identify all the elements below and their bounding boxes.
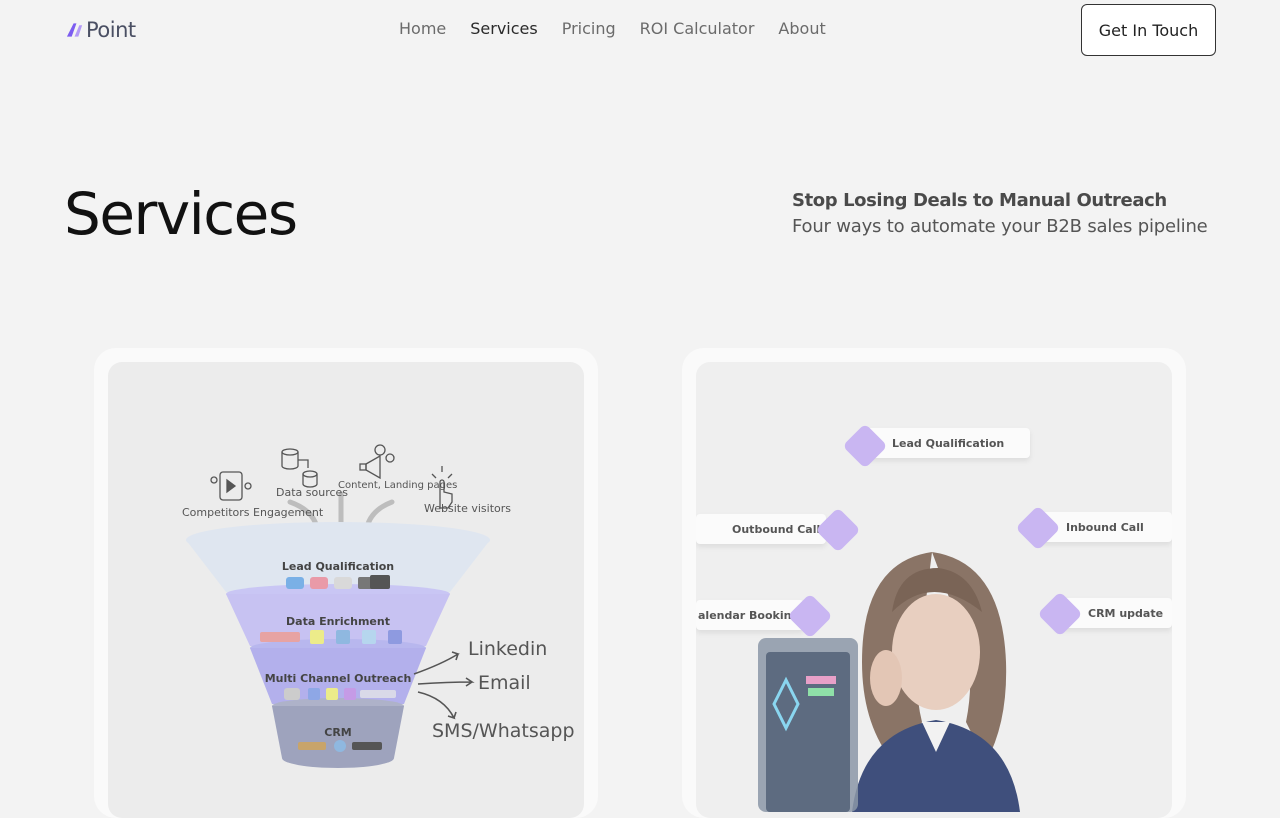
- funnel-graphic: [186, 444, 490, 768]
- stage-data-enrichment: Data Enrichment: [286, 615, 390, 628]
- service-card-ai-agent[interactable]: Lead Qualification Outbound Call Inbound…: [682, 348, 1186, 818]
- channel-linkedin: Linkedin: [468, 638, 548, 660]
- source-label-visitors: Website visitors: [424, 502, 511, 515]
- channel-arrows-icon: [413, 651, 475, 720]
- brand-name: Point: [86, 18, 136, 42]
- nav-about-link[interactable]: About: [778, 19, 825, 38]
- funnel-illustration: Competitors Engagement Data sources Cont…: [108, 362, 584, 818]
- ai-agent-illustration: Lead Qualification Outbound Call Inbound…: [696, 362, 1172, 818]
- source-label-competitors: Competitors Engagement: [182, 506, 324, 519]
- megaphone-icon: [359, 444, 395, 480]
- brand-logo[interactable]: Point: [66, 18, 136, 42]
- main-menu: Home Services Pricing ROI Calculator Abo…: [399, 19, 826, 38]
- channel-email: Email: [478, 672, 531, 694]
- badge-lead-qualification: Lead Qualification: [866, 428, 1030, 458]
- channel-sms-whatsapp: SMS/Whatsapp: [432, 720, 575, 742]
- stage-multichannel-outreach: Multi Channel Outreach: [264, 672, 412, 685]
- service-card-funnel[interactable]: Competitors Engagement Data sources Cont…: [94, 348, 598, 818]
- nav-roi-calculator-link[interactable]: ROI Calculator: [640, 19, 755, 38]
- nav-home-link[interactable]: Home: [399, 19, 446, 38]
- badge-calendar-booking: alendar Booking: [696, 600, 804, 630]
- database-icon: [281, 448, 318, 488]
- logo-mark-icon: [66, 23, 83, 37]
- tagline-heading: Stop Losing Deals to Manual Outreach: [792, 190, 1167, 211]
- nav-services-link[interactable]: Services: [470, 19, 537, 38]
- stage-crm: CRM: [324, 726, 352, 739]
- stage-lead-qualification: Lead Qualification: [281, 560, 395, 573]
- badge-outbound-call: Outbound Call: [696, 514, 826, 544]
- get-in-touch-button[interactable]: Get In Touch: [1081, 4, 1216, 56]
- nav-pricing-link[interactable]: Pricing: [562, 19, 616, 38]
- phone-engagement-icon: [210, 471, 252, 501]
- tagline: Stop Losing Deals to Manual Outreach Fou…: [792, 190, 1216, 237]
- source-label-content: Content, Landing pages: [338, 480, 458, 491]
- tagline-subheading: Four ways to automate your B2B sales pip…: [792, 216, 1208, 237]
- top-navigation: Point Home Services Pricing ROI Calculat…: [0, 0, 1280, 60]
- page-title: Services: [64, 180, 298, 248]
